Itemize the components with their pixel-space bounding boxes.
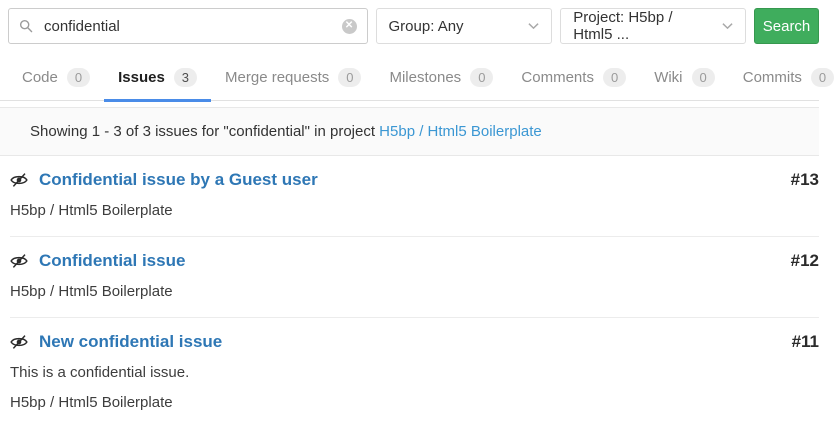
- issue-title-link[interactable]: Confidential issue by a Guest user: [39, 169, 318, 190]
- tab-label: Comments: [521, 69, 594, 86]
- issue-project-name: H5bp / Html5 Boilerplate: [10, 282, 819, 301]
- project-filter-dropdown[interactable]: Project: H5bp / Html5 ...: [560, 8, 746, 44]
- search-icon: [19, 19, 33, 33]
- clear-search-icon[interactable]: ✕: [342, 19, 357, 34]
- issue-result-row: New confidential issue #11 This is a con…: [10, 318, 819, 428]
- tab-merge-requests[interactable]: Merge requests 0: [211, 56, 375, 100]
- project-link[interactable]: H5bp / Html5 Boilerplate: [379, 123, 542, 140]
- tab-label: Code: [22, 69, 58, 86]
- chevron-down-icon: [528, 22, 539, 30]
- issue-number: #11: [792, 331, 819, 352]
- tab-label: Milestones: [389, 69, 461, 86]
- issue-number: #13: [791, 169, 819, 190]
- issue-number: #12: [791, 250, 819, 271]
- issue-title-link[interactable]: New confidential issue: [39, 331, 222, 352]
- search-scope-tabs: Code 0 Issues 3 Merge requests 0 Milesto…: [0, 56, 819, 101]
- tab-label: Commits: [743, 69, 802, 86]
- tab-count-badge: 0: [692, 68, 715, 87]
- chevron-down-icon: [722, 22, 733, 30]
- tab-comments[interactable]: Comments 0: [507, 56, 640, 100]
- results-list: Confidential issue by a Guest user #13 H…: [0, 156, 819, 428]
- tab-label: Merge requests: [225, 69, 329, 86]
- tab-count-badge: 0: [67, 68, 90, 87]
- tab-label: Wiki: [654, 69, 682, 86]
- tab-count-badge: 0: [811, 68, 834, 87]
- tab-commits[interactable]: Commits 0: [729, 56, 835, 100]
- search-results-page: ✕ Group: Any Project: H5bp / Html5 ... S…: [0, 0, 819, 428]
- tab-count-badge: 0: [603, 68, 626, 87]
- tab-wiki[interactable]: Wiki 0: [640, 56, 729, 100]
- issue-project-name: H5bp / Html5 Boilerplate: [10, 393, 819, 412]
- tab-count-badge: 0: [470, 68, 493, 87]
- search-toolbar: ✕ Group: Any Project: H5bp / Html5 ... S…: [0, 0, 819, 52]
- results-summary-bar: Showing 1 - 3 of 3 issues for "confident…: [0, 107, 819, 156]
- group-filter-label: Group: Any: [389, 18, 464, 35]
- project-filter-label: Project: H5bp / Html5 ...: [573, 9, 714, 43]
- search-box[interactable]: ✕: [8, 8, 368, 44]
- tab-label: Issues: [118, 69, 165, 86]
- issue-description: This is a confidential issue.: [10, 363, 819, 382]
- confidential-eye-slash-icon: [10, 333, 28, 351]
- tab-code[interactable]: Code 0: [8, 56, 104, 100]
- issue-result-row: Confidential issue #12 H5bp / Html5 Boil…: [10, 237, 819, 318]
- results-summary-text: Showing 1 - 3 of 3 issues for "confident…: [30, 123, 375, 140]
- issue-project-name: H5bp / Html5 Boilerplate: [10, 201, 819, 220]
- confidential-eye-slash-icon: [10, 252, 28, 270]
- tab-count-badge: 3: [174, 68, 197, 87]
- tab-issues[interactable]: Issues 3: [104, 56, 211, 100]
- search-input[interactable]: [42, 17, 342, 36]
- group-filter-dropdown[interactable]: Group: Any: [376, 8, 553, 44]
- search-button[interactable]: Search: [754, 8, 819, 44]
- tab-count-badge: 0: [338, 68, 361, 87]
- issue-result-row: Confidential issue by a Guest user #13 H…: [10, 156, 819, 237]
- issue-title-link[interactable]: Confidential issue: [39, 250, 185, 271]
- confidential-eye-slash-icon: [10, 171, 28, 189]
- tab-milestones[interactable]: Milestones 0: [375, 56, 507, 100]
